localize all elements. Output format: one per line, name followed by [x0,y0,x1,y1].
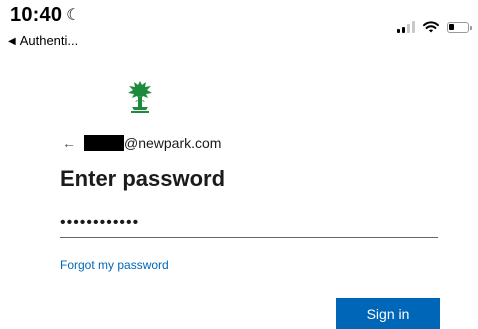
status-icons [397,19,472,35]
forgot-password-link[interactable]: Forgot my password [60,258,169,272]
identity-row: ← @newpark.com [62,134,221,152]
password-input[interactable] [60,208,438,238]
status-time: 10:40 ☾ [10,4,81,27]
sign-in-button[interactable]: Sign in [336,298,440,329]
signal-icon [397,21,415,33]
left-arrow-icon[interactable]: ← [62,135,76,151]
wifi-icon [423,21,439,33]
status-bar: 10:40 ☾ ◀ Authenti... [0,0,478,56]
back-triangle-icon: ◀ [8,36,16,47]
redacted-username [84,135,124,151]
back-to-app-link[interactable]: ◀ Authenti... [8,33,78,48]
email-domain: @newpark.com [124,135,222,151]
time-text: 10:40 [10,4,63,26]
battery-icon [447,21,472,33]
tree-logo-icon [128,81,152,113]
back-app-label: Authenti... [19,33,79,48]
moon-icon: ☾ [66,7,81,24]
page-title: Enter password [60,166,226,191]
